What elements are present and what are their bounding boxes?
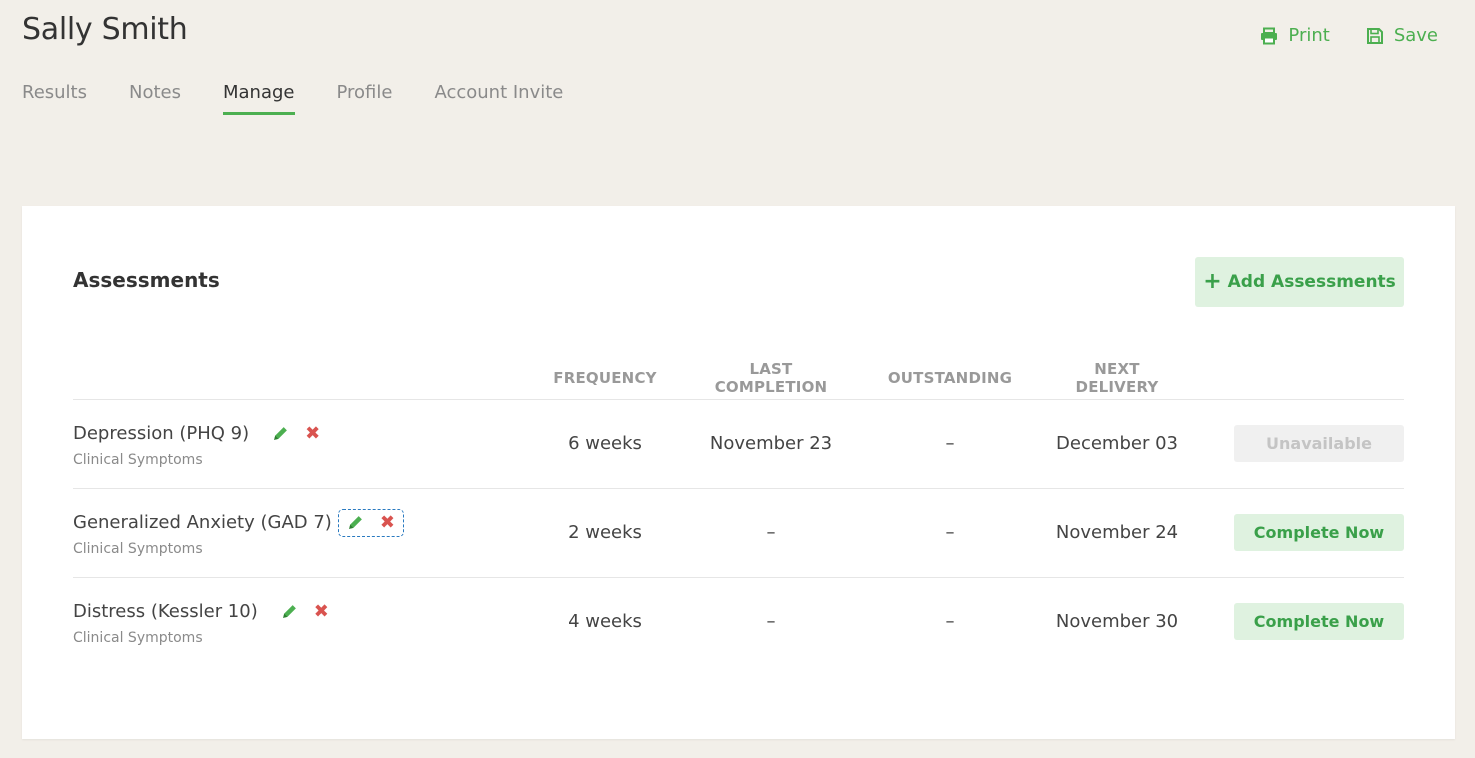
assessment-category: Clinical Symptoms	[73, 451, 203, 468]
assessments-card: Assessments + Add Assessments FREQUENCY …	[22, 206, 1455, 739]
last-completion-cell: –	[695, 488, 847, 578]
frequency-cell: 2 weeks	[515, 488, 695, 578]
column-header-next-delivery: NEXT DELIVERY	[1053, 358, 1181, 400]
delete-icon[interactable]: ✖	[305, 424, 320, 443]
tab-profile[interactable]: Profile	[337, 82, 393, 115]
plus-icon: +	[1203, 269, 1222, 294]
action-cell: Unavailable	[1181, 399, 1404, 489]
unavailable-button: Unavailable	[1234, 425, 1404, 462]
table-header-row: FREQUENCY LAST COMPLETION OUTSTANDING NE…	[73, 358, 1404, 400]
pencil-icon[interactable]	[347, 514, 364, 531]
floppy-disk-icon	[1366, 27, 1383, 44]
pencil-icon[interactable]	[281, 603, 298, 620]
last-completion-cell: –	[766, 611, 776, 633]
assessments-table: FREQUENCY LAST COMPLETION OUTSTANDING NE…	[73, 358, 1404, 666]
assessment-category: Clinical Symptoms	[73, 540, 203, 557]
complete-now-button[interactable]: Complete Now	[1234, 514, 1404, 551]
column-header-outstanding: OUTSTANDING	[847, 358, 1053, 400]
save-label: Save	[1393, 25, 1438, 46]
page-title: Sally Smith	[22, 12, 188, 47]
row-actions: ✖	[272, 598, 338, 626]
delete-icon[interactable]: ✖	[380, 513, 395, 532]
next-delivery-cell: November 24	[1053, 488, 1181, 578]
assessment-name: Depression (PHQ 9)	[73, 423, 250, 444]
tab-account-invite[interactable]: Account Invite	[434, 82, 563, 115]
assessment-category: Clinical Symptoms	[73, 629, 203, 646]
column-header-name	[73, 358, 515, 400]
column-header-frequency: FREQUENCY	[515, 358, 695, 400]
save-button[interactable]: Save	[1366, 25, 1438, 46]
outstanding-cell: –	[847, 399, 1053, 489]
table-row: Generalized Anxiety (GAD 7) ✖ Clinical S…	[73, 488, 1404, 578]
tab-notes[interactable]: Notes	[129, 82, 181, 115]
tab-bar: Results Notes Manage Profile Account Inv…	[22, 82, 605, 115]
add-assessments-button[interactable]: + Add Assessments	[1195, 257, 1404, 307]
tab-manage[interactable]: Manage	[223, 82, 295, 115]
next-delivery-cell: December 03	[1053, 399, 1181, 489]
row-actions: ✖	[337, 508, 404, 537]
header-actions: Print Save	[1260, 25, 1438, 46]
outstanding-cell: –	[847, 488, 1053, 578]
assessments-title: Assessments	[73, 268, 220, 292]
complete-now-button[interactable]: Complete Now	[1234, 603, 1404, 641]
frequency-cell: 4 weeks	[568, 611, 642, 633]
frequency-cell: 6 weeks	[515, 399, 695, 489]
delete-icon[interactable]: ✖	[314, 602, 329, 621]
table-row: Depression (PHQ 9) ✖ Clinical Symptoms 6…	[73, 399, 1404, 489]
assessment-name-cell: Depression (PHQ 9) ✖ Clinical Symptoms	[73, 399, 515, 489]
tab-results[interactable]: Results	[22, 82, 87, 115]
assessment-name: Generalized Anxiety (GAD 7)	[73, 512, 332, 533]
print-button[interactable]: Print	[1260, 25, 1330, 46]
assessment-name: Distress (Kessler 10)	[73, 601, 258, 623]
assessment-name-cell: Generalized Anxiety (GAD 7) ✖ Clinical S…	[73, 488, 515, 578]
outstanding-cell: –	[945, 611, 955, 633]
column-header-action	[1181, 358, 1404, 400]
column-header-last-completion: LAST COMPLETION	[695, 358, 847, 400]
print-label: Print	[1288, 25, 1330, 46]
table-row: Distress (Kessler 10) ✖ Clinical Symptom…	[73, 577, 1404, 666]
last-completion-cell: November 23	[695, 399, 847, 489]
add-assessments-label: Add Assessments	[1227, 272, 1396, 292]
pencil-icon[interactable]	[272, 425, 289, 442]
action-cell: Complete Now	[1181, 488, 1404, 578]
next-delivery-cell: November 30	[1055, 611, 1179, 633]
printer-icon	[1261, 27, 1278, 44]
assessment-name-cell: Distress (Kessler 10) ✖ Clinical Symptom…	[73, 577, 515, 666]
row-actions: ✖	[263, 420, 329, 448]
action-cell: Complete Now	[1181, 577, 1404, 666]
